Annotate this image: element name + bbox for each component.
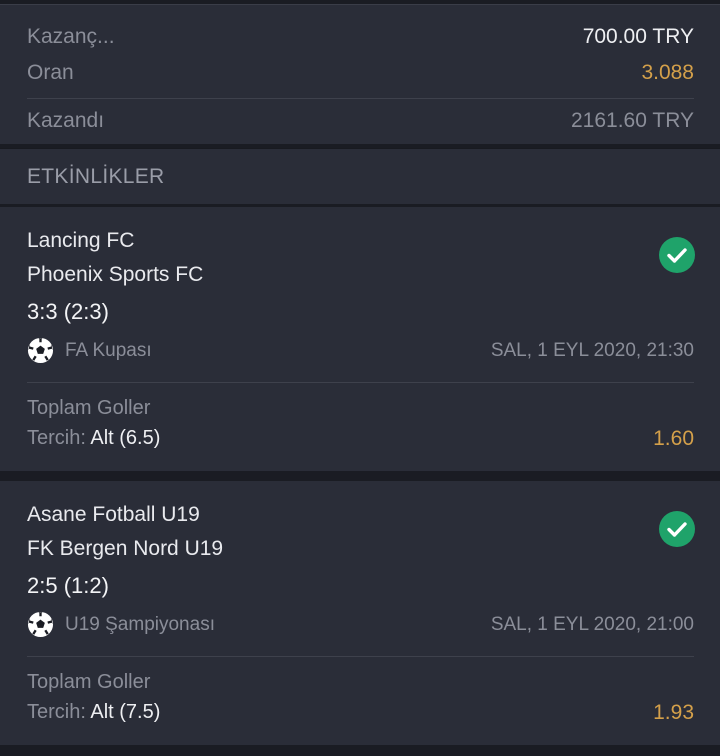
bet-summary-panel: Kazanç... 700.00 TRY Oran 3.088 Kazandı … <box>0 4 720 144</box>
market-name: Toplam Goller <box>27 397 151 419</box>
odds-value: 3.088 <box>641 61 694 84</box>
pick-odd: 1.60 <box>653 427 694 450</box>
away-team: FK Bergen Nord U19 <box>27 537 224 560</box>
winnings-label: Kazanç... <box>27 25 115 48</box>
match-datetime: SAL, 1 EYL 2020, 21:30 <box>490 340 694 361</box>
odds-label: Oran <box>27 61 74 84</box>
won-value: 2161.60 TRY <box>571 109 694 132</box>
winnings-value: 700.00 TRY <box>582 25 694 48</box>
league-info: U19 Şampiyonası <box>27 611 215 638</box>
event-divider <box>27 656 694 657</box>
away-team: Phoenix Sports FC <box>27 263 204 286</box>
odds-row: Oran 3.088 <box>27 61 694 85</box>
soccer-ball-icon <box>27 337 54 364</box>
won-row: Kazandı 2161.60 TRY <box>27 109 694 133</box>
soccer-ball-icon <box>27 611 54 638</box>
pick-row: Tercih: Alt (6.5) <box>27 427 160 450</box>
league-name: U19 Şampiyonası <box>65 613 215 635</box>
home-team: Asane Fotball U19 <box>27 503 200 526</box>
league-info: FA Kupası <box>27 337 152 364</box>
pick-label: Tercih: <box>27 427 86 449</box>
event-divider <box>27 382 694 383</box>
won-label: Kazandı <box>27 109 105 132</box>
check-circle-icon <box>659 237 695 273</box>
check-circle-icon <box>659 511 695 547</box>
winnings-row: Kazanç... 700.00 TRY <box>27 25 694 49</box>
home-team: Lancing FC <box>27 229 135 252</box>
events-header: ETKİNLİKLER <box>0 148 720 204</box>
match-datetime: SAL, 1 EYL 2020, 21:00 <box>490 614 694 635</box>
match-score: 2:5 (1:2) <box>27 573 109 598</box>
match-score: 3:3 (2:3) <box>27 299 109 324</box>
pick-value: Alt (6.5) <box>90 427 161 449</box>
event-card[interactable]: Lancing FC Phoenix Sports FC 3:3 (2:3) F… <box>0 207 720 471</box>
event-card[interactable]: Asane Fotball U19 FK Bergen Nord U19 2:5… <box>0 481 720 745</box>
pick-odd: 1.93 <box>653 701 694 724</box>
summary-divider <box>27 98 694 99</box>
league-name: FA Kupası <box>65 339 152 361</box>
market-name: Toplam Goller <box>27 671 151 693</box>
pick-value: Alt (7.5) <box>90 701 161 723</box>
pick-row: Tercih: Alt (7.5) <box>27 701 160 724</box>
pick-label: Tercih: <box>27 701 86 723</box>
